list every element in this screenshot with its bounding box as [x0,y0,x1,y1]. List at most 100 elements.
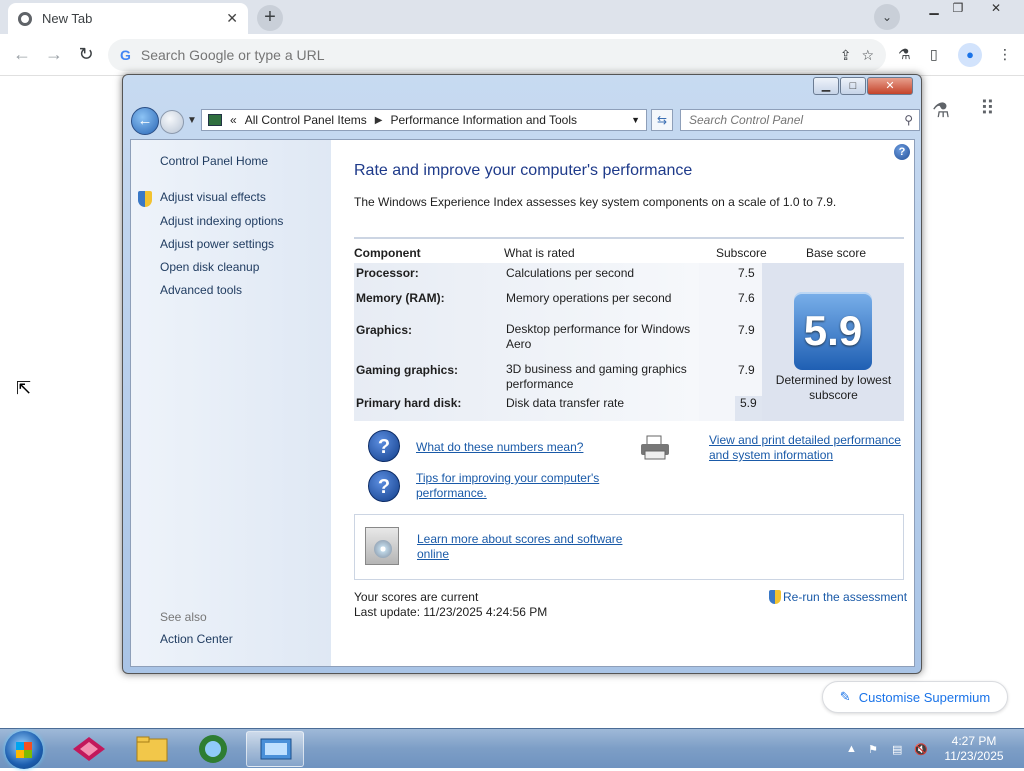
control-panel-taskbar-icon[interactable] [246,731,304,767]
rerun-label[interactable]: Re-run the assessment [783,590,907,604]
bookmark-star-icon[interactable]: ☆ [861,47,874,64]
tab-new-tab[interactable]: New Tab ✕ [8,3,248,34]
column-header: Subscore [716,246,767,260]
reload-icon[interactable]: ↻ [74,43,98,67]
profile-avatar[interactable]: ● [958,43,982,67]
view-print-details-link[interactable]: View and print detailed performance and … [709,433,909,463]
search-box[interactable]: ⚲ [680,109,920,131]
action-center-flag-icon[interactable]: ⚑ [868,743,878,756]
refresh-button[interactable]: ⇆ [651,109,673,131]
component-name: Processor: [356,266,419,280]
forward-icon[interactable]: → [42,43,66,67]
uac-shield-icon [138,191,152,207]
learn-more-box: Learn more about scores and software onl… [354,514,904,580]
omnibox-input[interactable] [138,46,830,64]
breadcrumb-arrow-icon[interactable]: ▶ [375,115,383,126]
score-status: Your scores are current Last update: 11/… [354,590,547,620]
component-name: Primary hard disk: [356,396,462,410]
restore-icon[interactable]: ❐ [946,0,970,18]
subscore-value: 7.9 [738,363,755,377]
window-content: Control Panel Home Adjust visual effects… [130,139,915,667]
win-maximize-button[interactable]: □ [840,77,866,95]
learn-more-link[interactable]: Learn more about scores and software onl… [417,532,637,562]
chrome-icon [18,11,32,26]
performance-window: ▁ □ ✕ ← ▼ « All Control Panel Items ▶ Pe… [122,74,922,674]
start-button[interactable] [5,731,43,769]
win-close-button[interactable]: ✕ [867,77,913,95]
sidebar-item-advanced-tools[interactable]: Advanced tools [160,283,242,297]
pencil-icon: ✎ [839,689,851,704]
system-clock[interactable]: 4:27 PM 11/23/2025 [936,734,1012,764]
column-header: Component [354,246,421,260]
rated-description: Desktop performance for Windows Aero [506,322,691,351]
sidebar-item-disk-cleanup[interactable]: Open disk cleanup [160,260,259,274]
page-description: The Windows Experience Index assesses ke… [354,195,837,209]
browser-toolbar: ← → ↻ G ⇪ ☆ ⚗ ▯ ● ⋮ [0,34,1024,76]
google-icon: G [120,47,131,63]
minimize-icon[interactable]: ▁ [922,0,946,18]
subscore-value: 7.6 [738,291,755,305]
clock-time: 4:27 PM [951,734,997,748]
sidebar-item-indexing[interactable]: Adjust indexing options [160,214,283,228]
win-minimize-button[interactable]: ▁ [813,77,839,95]
printer-icon [641,435,669,460]
page-title: Rate and improve your computer's perform… [354,162,693,179]
control-panel-home-link[interactable]: Control Panel Home [160,154,268,168]
volume-muted-icon[interactable]: 🔇 [914,743,928,756]
score-table: Component What is rated Subscore Base sc… [354,237,904,421]
recent-pages-icon[interactable]: ▼ [187,115,197,126]
share-icon[interactable]: ⇪ [840,47,852,64]
tips-link[interactable]: Tips for improving your computer's perfo… [416,471,636,501]
explorer-forward-button[interactable] [160,110,184,134]
clock-date: 11/23/2025 [944,749,1004,763]
sidebar-item-power[interactable]: Adjust power settings [160,237,274,251]
tab-close-icon[interactable]: ✕ [226,10,238,27]
taskbar-app-icon[interactable] [60,731,118,767]
address-bar[interactable]: « All Control Panel Items ▶ Performance … [201,109,647,131]
action-center-link[interactable]: Action Center [160,632,233,646]
close-window-icon[interactable]: ✕ [984,0,1008,18]
base-score-badge[interactable]: 5.9 [794,292,872,370]
question-icon[interactable]: ? [368,470,400,502]
component-name: Gaming graphics: [356,363,459,377]
address-dropdown-icon[interactable]: ▼ [631,115,640,125]
taskbar: ▲ ⚑ ▤ 🔇 4:27 PM 11/23/2025 [0,728,1024,769]
table-header: Component What is rated Subscore Base sc… [354,237,904,263]
side-panel-icon[interactable]: ▯ [930,46,938,63]
see-also-heading: See also [160,610,207,624]
browser-taskbar-icon[interactable] [184,731,242,767]
network-icon[interactable]: ▤ [892,743,902,756]
search-icon[interactable]: ⚲ [904,113,913,127]
breadcrumb-prefix[interactable]: « [230,113,237,127]
determined-by-label: Determined by lowest subscore [775,373,892,402]
question-icon[interactable]: ? [368,430,400,462]
component-name: Memory (RAM): [356,291,445,305]
breadcrumb-item[interactable]: Performance Information and Tools [390,113,577,127]
new-tab-button[interactable]: + [257,5,283,31]
subscore-value: 5.9 [740,396,757,410]
labs-flask-icon[interactable]: ⚗ [898,46,911,63]
component-name: Graphics: [356,323,413,337]
labs-icon[interactable]: ⚗ [932,98,950,123]
rated-description: Calculations per second [506,265,635,280]
menu-kebab-icon[interactable]: ⋮ [998,46,1012,63]
apps-grid-icon[interactable]: ⠿ [980,96,995,121]
scores-current-text: Your scores are current [354,590,479,604]
customise-button[interactable]: ✎ Customise Supermium [822,681,1008,713]
omnibox[interactable]: G ⇪ ☆ [108,39,886,71]
back-icon[interactable]: ← [10,43,34,67]
file-explorer-icon[interactable] [122,731,180,767]
main-pane: ? Rate and improve your computer's perfo… [331,140,914,666]
tab-search-chevron-icon[interactable]: ⌄ [874,4,900,30]
rerun-assessment-link[interactable]: Re-run the assessment [769,590,907,604]
explorer-back-button[interactable]: ← [131,107,159,135]
sidebar-item-visual-effects[interactable]: Adjust visual effects [160,190,266,204]
search-input[interactable] [687,112,905,128]
control-panel-icon [208,114,222,126]
last-update-text: Last update: 11/23/2025 4:24:56 PM [354,605,548,619]
show-hidden-icons-icon[interactable]: ▲ [846,743,857,755]
help-icon[interactable]: ? [894,144,910,160]
what-numbers-mean-link[interactable]: What do these numbers mean? [416,440,583,455]
breadcrumb-item[interactable]: All Control Panel Items [245,113,367,127]
rated-description: Memory operations per second [506,290,672,305]
